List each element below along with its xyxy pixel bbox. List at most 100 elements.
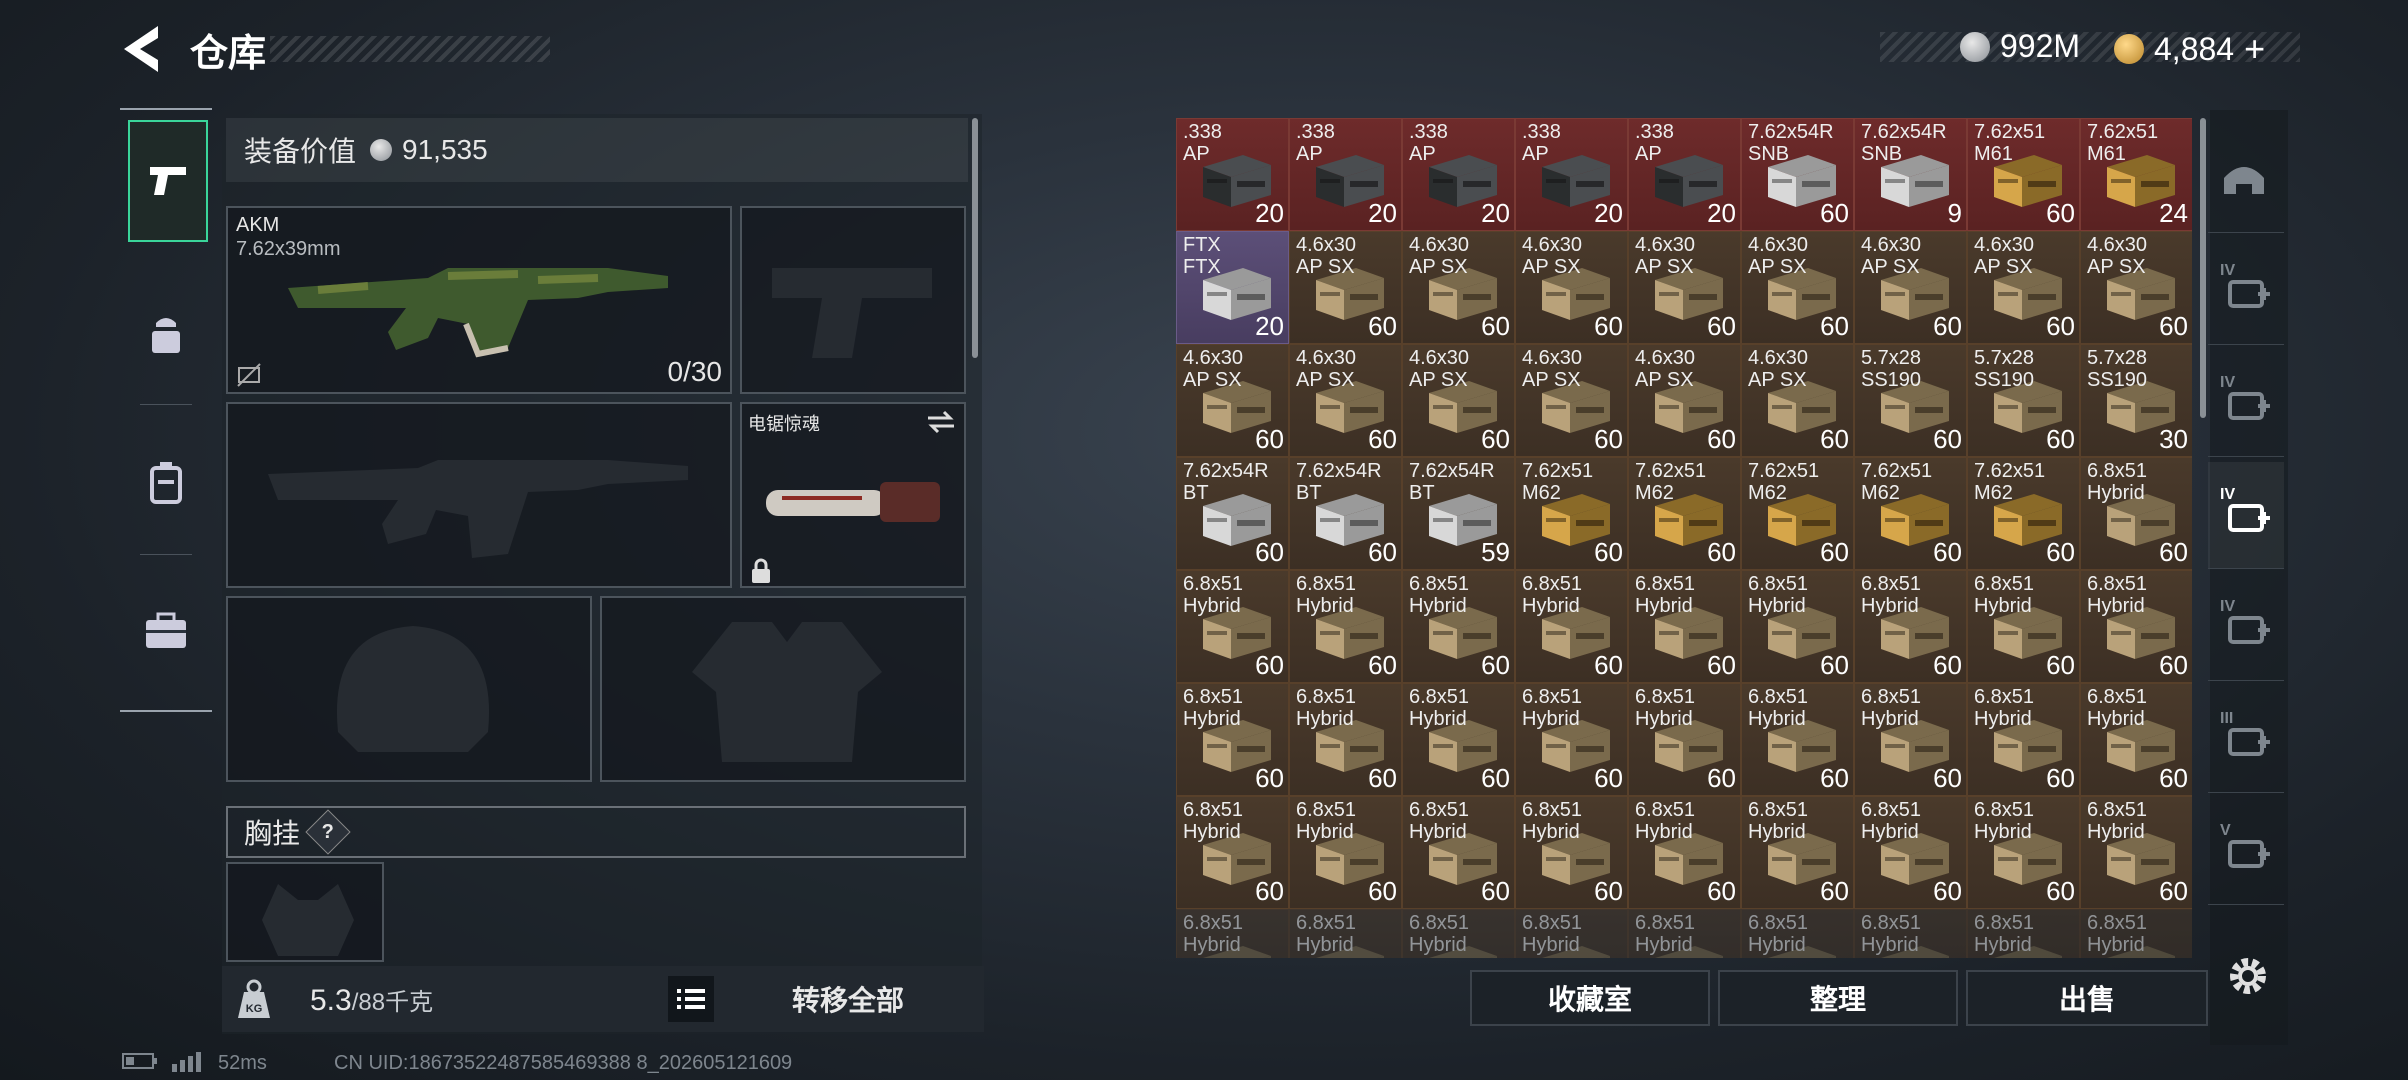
inventory-item[interactable]: 4.6x30 AP SX 60	[2080, 231, 2192, 344]
inventory-item[interactable]: 7.62x54R SNB 9	[1854, 118, 1967, 231]
add-token-button[interactable]: +	[2244, 28, 2265, 70]
inventory-item[interactable]: 6.8x51 Hybrid 60	[1741, 570, 1854, 683]
inventory-item[interactable]: 4.6x30 AP SX 60	[1402, 231, 1515, 344]
category-tab-6[interactable]: III	[2208, 686, 2284, 793]
primary-weapon-slot[interactable]: AKM 7.62x39mm 0/30	[226, 206, 732, 394]
inventory-item[interactable]: 6.8x51 Hybrid 60	[1628, 570, 1741, 683]
inventory-item[interactable]: 6.8x51 Hybrid 60	[1515, 683, 1628, 796]
inventory-item[interactable]: 4.6x30 AP SX 60	[1289, 231, 1402, 344]
inventory-item[interactable]: 6.8x51 Hybrid	[2080, 909, 2192, 958]
inventory-item[interactable]: 7.62x51 M62 60	[1628, 457, 1741, 570]
inventory-item[interactable]: 6.8x51 Hybrid 60	[1402, 570, 1515, 683]
inventory-item[interactable]: 6.8x51 Hybrid 60	[1515, 570, 1628, 683]
inventory-item[interactable]: 7.62x54R SNB 60	[1741, 118, 1854, 231]
inventory-item[interactable]: 6.8x51 Hybrid 60	[2080, 570, 2192, 683]
inventory-item[interactable]: 6.8x51 Hybrid	[1967, 909, 2080, 958]
inventory-item[interactable]: 4.6x30 AP SX 60	[1289, 344, 1402, 457]
inventory-item[interactable]: 4.6x30 AP SX 60	[1628, 231, 1741, 344]
inventory-item[interactable]: 6.8x51 Hybrid 60	[1967, 570, 2080, 683]
inventory-item[interactable]: 6.8x51 Hybrid 60	[1289, 570, 1402, 683]
inventory-item[interactable]: 6.8x51 Hybrid 60	[1854, 796, 1967, 909]
armor-slot[interactable]	[600, 596, 966, 782]
sidebar-item-backpack[interactable]	[128, 424, 204, 542]
inventory-item[interactable]: .338 AP 20	[1628, 118, 1741, 231]
inventory-item[interactable]: 7.62x51 M62 60	[1741, 457, 1854, 570]
category-tab-1[interactable]	[2208, 126, 2284, 233]
swap-icon[interactable]	[926, 410, 956, 434]
list-view-button[interactable]	[668, 976, 714, 1022]
sidebar-item-weapons[interactable]	[128, 120, 208, 242]
back-button[interactable]	[118, 22, 168, 76]
inventory-item[interactable]: 6.8x51 Hybrid 60	[1176, 683, 1289, 796]
help-icon[interactable]: ?	[305, 809, 351, 855]
inventory-item[interactable]: 4.6x30 AP SX 60	[1854, 231, 1967, 344]
pistol-slot[interactable]	[740, 206, 966, 394]
inventory-item[interactable]: 6.8x51 Hybrid 60	[1402, 683, 1515, 796]
inventory-item[interactable]: 6.8x51 Hybrid 60	[1967, 796, 2080, 909]
inventory-item[interactable]: 7.62x51 M61 60	[1967, 118, 2080, 231]
inventory-item[interactable]: 6.8x51 Hybrid	[1515, 909, 1628, 958]
inventory-item[interactable]: 4.6x30 AP SX 60	[1515, 344, 1628, 457]
inventory-item[interactable]: 6.8x51 Hybrid 60	[2080, 683, 2192, 796]
inventory-item[interactable]: 7.62x51 M62 60	[1515, 457, 1628, 570]
inventory-item[interactable]: .338 AP 20	[1515, 118, 1628, 231]
inventory-item[interactable]: 7.62x54R BT 60	[1176, 457, 1289, 570]
inventory-item[interactable]: 6.8x51 Hybrid 60	[1854, 570, 1967, 683]
category-tab-7[interactable]: V	[2208, 798, 2284, 905]
inventory-item[interactable]: 4.6x30 AP SX 60	[1741, 231, 1854, 344]
sort-button[interactable]: 整理	[1718, 970, 1958, 1026]
sidebar-item-case[interactable]	[128, 572, 204, 690]
inventory-item[interactable]: 4.6x30 AP SX 60	[1402, 344, 1515, 457]
inventory-item[interactable]: 5.7x28 SS190 30	[2080, 344, 2192, 457]
inventory-item[interactable]: 7.62x54R BT 60	[1289, 457, 1402, 570]
inventory-scrollbar[interactable]	[2200, 118, 2206, 418]
category-tab-4[interactable]: IV	[2208, 462, 2284, 569]
category-tab-5[interactable]: IV	[2208, 574, 2284, 681]
secondary-weapon-slot[interactable]	[226, 402, 732, 588]
collection-room-button[interactable]: 收藏室	[1470, 970, 1710, 1026]
sell-button[interactable]: 出售	[1966, 970, 2208, 1026]
inventory-item[interactable]: 4.6x30 AP SX 60	[1741, 344, 1854, 457]
inventory-item[interactable]: 6.8x51 Hybrid 60	[1176, 570, 1289, 683]
inventory-item[interactable]: 6.8x51 Hybrid 60	[1628, 796, 1741, 909]
inventory-item[interactable]: 6.8x51 Hybrid 60	[1515, 796, 1628, 909]
inventory-item[interactable]: 6.8x51 Hybrid 60	[2080, 457, 2192, 570]
inventory-item[interactable]: 6.8x51 Hybrid 60	[1402, 796, 1515, 909]
token-balance[interactable]: 4,884 +	[2114, 28, 2265, 70]
inventory-item[interactable]: 6.8x51 Hybrid	[1176, 909, 1289, 958]
inventory-item[interactable]: 6.8x51 Hybrid 60	[1854, 683, 1967, 796]
inventory-item[interactable]: 5.7x28 SS190 60	[1854, 344, 1967, 457]
inventory-item[interactable]: 4.6x30 AP SX 60	[1628, 344, 1741, 457]
sidebar-item-gear[interactable]	[128, 276, 204, 394]
inventory-item[interactable]: 4.6x30 AP SX 60	[1515, 231, 1628, 344]
inventory-item[interactable]: 6.8x51 Hybrid 60	[2080, 796, 2192, 909]
inventory-item[interactable]: 6.8x51 Hybrid	[1628, 909, 1741, 958]
settings-button[interactable]	[2222, 950, 2274, 1002]
inventory-item[interactable]: 6.8x51 Hybrid 60	[1967, 683, 2080, 796]
inventory-item[interactable]: .338 AP 20	[1402, 118, 1515, 231]
inventory-item[interactable]: .338 AP 20	[1176, 118, 1289, 231]
inventory-item[interactable]: 6.8x51 Hybrid	[1402, 909, 1515, 958]
inventory-item[interactable]: 7.62x51 M62 60	[1967, 457, 2080, 570]
loadout-scrollbar[interactable]	[972, 118, 978, 358]
category-tab-2[interactable]: IV	[2208, 238, 2284, 345]
category-tab-3[interactable]: IV	[2208, 350, 2284, 457]
inventory-item[interactable]: 6.8x51 Hybrid 60	[1741, 683, 1854, 796]
inventory-item[interactable]: 6.8x51 Hybrid 60	[1176, 796, 1289, 909]
transfer-all-button[interactable]: 转移全部	[720, 970, 976, 1028]
inventory-item[interactable]: 6.8x51 Hybrid 60	[1628, 683, 1741, 796]
inventory-item[interactable]: 6.8x51 Hybrid 60	[1289, 796, 1402, 909]
inventory-item[interactable]: FTX FTX 20	[1176, 231, 1289, 344]
inventory-item[interactable]: 6.8x51 Hybrid	[1854, 909, 1967, 958]
inventory-item[interactable]: .338 AP 20	[1289, 118, 1402, 231]
inventory-item[interactable]: 7.62x51 M61 24	[2080, 118, 2192, 231]
melee-slot[interactable]: 电锯惊魂	[740, 402, 966, 588]
helmet-slot[interactable]	[226, 596, 592, 782]
inventory-item[interactable]: 4.6x30 AP SX 60	[1176, 344, 1289, 457]
inventory-item[interactable]: 6.8x51 Hybrid 60	[1289, 683, 1402, 796]
inventory-item[interactable]: 7.62x51 M62 60	[1854, 457, 1967, 570]
inventory-item[interactable]: 5.7x28 SS190 60	[1967, 344, 2080, 457]
inventory-item[interactable]: 6.8x51 Hybrid	[1289, 909, 1402, 958]
inventory-item[interactable]: 6.8x51 Hybrid 60	[1741, 796, 1854, 909]
inventory-item[interactable]: 6.8x51 Hybrid	[1741, 909, 1854, 958]
